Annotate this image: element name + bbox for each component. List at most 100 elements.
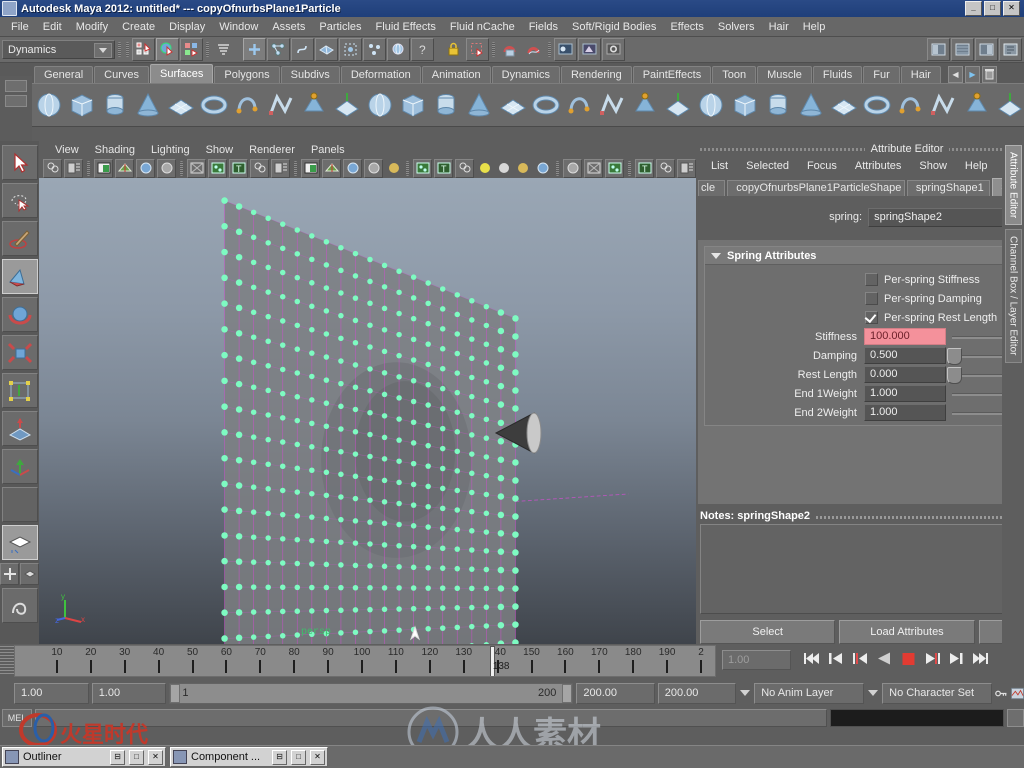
isolate-select-icon[interactable]	[455, 158, 474, 178]
sculpt-geometry-icon[interactable]	[962, 90, 991, 120]
ipr-render-icon[interactable]	[578, 38, 601, 61]
help-question-icon[interactable]: ?	[411, 38, 434, 61]
select-camera-icon[interactable]	[43, 158, 62, 178]
shelf-tab-deformation[interactable]: Deformation	[340, 66, 421, 83]
menu-item-soft-rigid-bodies[interactable]: Soft/Rigid Bodies	[565, 19, 663, 35]
planar-icon[interactable]	[365, 90, 394, 120]
bevel-icon[interactable]	[531, 90, 560, 120]
minimize-button[interactable]: _	[965, 1, 982, 16]
flat-shade-icon[interactable]	[322, 158, 341, 178]
shelf-tab-hair[interactable]: Hair	[900, 66, 941, 83]
menu-item-fluid-ncache[interactable]: Fluid nCache	[443, 19, 522, 35]
taskbar-window-component-[interactable]: Component ... ⊟ □ ✕	[170, 747, 328, 767]
shelf-tab-fur[interactable]: Fur	[863, 66, 900, 83]
image-plane-icon[interactable]	[115, 158, 134, 178]
taskbar-win-button-maximize[interactable]: □	[129, 749, 144, 765]
rotate-tool-icon[interactable]	[1, 297, 38, 332]
menu-item-hair[interactable]: Hair	[762, 19, 796, 35]
open-close-icon[interactable]	[796, 90, 825, 120]
range-right-handle[interactable]	[562, 683, 573, 703]
spring-attributes-header[interactable]: Spring Attributes	[705, 247, 1024, 265]
boundary-icon[interactable]	[465, 90, 494, 120]
window-controls[interactable]: _ □ ✕	[965, 1, 1020, 16]
range-start-field[interactable]: 1.00	[14, 682, 89, 704]
shelf-tab-surfaces[interactable]: Surfaces	[149, 64, 214, 83]
nurbs-torus-icon[interactable]	[200, 90, 229, 120]
step-forward-frame-icon[interactable]	[947, 649, 966, 668]
viewport-menu-view[interactable]: View	[47, 143, 87, 157]
fillet-blend-icon[interactable]	[896, 90, 925, 120]
nurbs-cube-icon[interactable]	[67, 90, 96, 120]
snap-grid-icon[interactable]	[243, 38, 266, 61]
lasso-select-tool-icon[interactable]	[1, 183, 38, 218]
step-back-key-icon[interactable]	[827, 649, 846, 668]
sharing-icon[interactable]	[677, 158, 696, 178]
ae-load-attributes-button[interactable]: Load Attributes	[839, 620, 975, 644]
no-lights-icon[interactable]	[476, 160, 493, 177]
checkbox-per-spring-stiffness[interactable]	[865, 273, 878, 286]
close-button[interactable]: ✕	[1003, 1, 1020, 16]
attribute-editor-icon[interactable]	[999, 38, 1022, 61]
hypergraph-layout-icon[interactable]	[1, 588, 38, 623]
anim-start-field[interactable]: 200.00	[576, 682, 655, 704]
taskbar-win-button-restore[interactable]: ⊟	[272, 749, 287, 765]
menu-item-display[interactable]: Display	[162, 19, 212, 35]
snap-point-icon[interactable]	[291, 38, 314, 61]
command-input[interactable]	[35, 709, 827, 727]
select-tool-icon[interactable]	[1, 145, 38, 180]
attribute-value-input[interactable]: 1.000	[864, 404, 946, 421]
four-view-layout-icon[interactable]	[0, 563, 19, 585]
textured-icon[interactable]	[364, 158, 383, 178]
single-object-icon[interactable]: T	[635, 158, 654, 178]
time-slider[interactable]: 10 20 30 40 50 60 70 80 90 100 110 120 130 140 150 160 1…	[14, 645, 716, 677]
gamma-icon[interactable]	[584, 158, 603, 178]
select-by-component-icon[interactable]	[180, 38, 203, 61]
menu-item-file[interactable]: File	[4, 19, 36, 35]
render-settings-icon[interactable]	[602, 38, 625, 61]
shelf-tab-painteffects[interactable]: PaintEffects	[632, 66, 712, 83]
detach-icon[interactable]	[730, 90, 759, 120]
perspective-viewport[interactable]: persp y x z	[39, 178, 696, 644]
maximize-button[interactable]: □	[984, 1, 1001, 16]
ae-tab-springshape1[interactable]: springShape1	[906, 180, 991, 196]
notes-textarea[interactable]	[700, 524, 1024, 614]
attribute-value-input[interactable]: 0.500	[864, 347, 946, 364]
stitch-icon[interactable]	[929, 90, 958, 120]
go-to-end-icon[interactable]	[971, 649, 990, 668]
taskbar-win-button-close[interactable]: ✕	[310, 749, 325, 765]
selection-highlight-icon[interactable]	[466, 38, 489, 61]
grid-toggle-icon[interactable]	[157, 158, 176, 178]
menu-item-help[interactable]: Help	[796, 19, 833, 35]
checkbox-per-spring-damping[interactable]	[865, 292, 878, 305]
square-surface-icon[interactable]	[498, 90, 527, 120]
viewport-menu-lighting[interactable]: Lighting	[143, 143, 198, 157]
render-current-frame-icon[interactable]	[554, 38, 577, 61]
time-slider-grip[interactable]	[0, 646, 14, 676]
render-globe-icon[interactable]	[387, 38, 410, 61]
step-back-frame-icon[interactable]	[851, 649, 870, 668]
xray-icon[interactable]	[250, 158, 269, 178]
soft-modification-tool-icon[interactable]	[1, 411, 38, 446]
attribute-value-input[interactable]: 1.000	[864, 385, 946, 402]
default-lights-icon[interactable]	[495, 160, 512, 177]
attribute-value-input[interactable]: 100.000	[864, 328, 946, 345]
ae-menu-attributes[interactable]: Attributes	[846, 159, 910, 173]
multi-object-icon[interactable]	[656, 158, 675, 178]
toolbar-separator[interactable]	[490, 40, 497, 59]
open-editor-icon[interactable]	[927, 38, 950, 61]
go-to-start-icon[interactable]	[803, 649, 822, 668]
nurbs-cone-icon[interactable]	[133, 90, 162, 120]
snap-curve-icon[interactable]	[267, 38, 290, 61]
layer-editor-icon[interactable]	[975, 38, 998, 61]
insert-isoparm-icon[interactable]	[829, 90, 858, 120]
snap-to-projected-center-icon[interactable]	[339, 38, 362, 61]
scale-tool-icon[interactable]	[1, 335, 38, 370]
render-region-icon[interactable]	[605, 158, 624, 178]
camera-attributes-icon[interactable]	[64, 158, 83, 178]
toolbar-separator[interactable]	[116, 40, 123, 59]
revolve-icon[interactable]	[299, 90, 328, 120]
construction-history-icon[interactable]	[363, 38, 386, 61]
xray-joints-icon[interactable]	[533, 159, 552, 178]
film-gate-icon[interactable]	[187, 158, 206, 178]
taskbar-window-outliner[interactable]: Outliner ⊟ □ ✕	[2, 747, 166, 767]
